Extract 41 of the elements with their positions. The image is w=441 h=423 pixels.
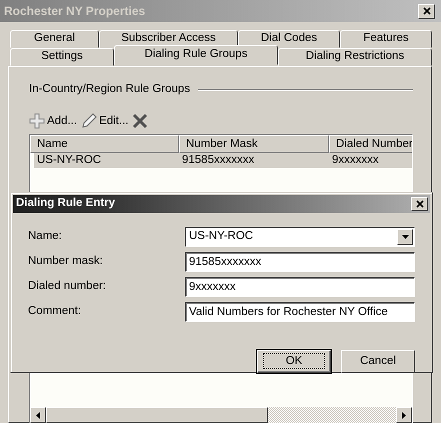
list-cell-text: 91585xxxxxxx <box>181 153 256 168</box>
tab[interactable]: General <box>10 30 99 48</box>
window-title: Rochester NY Properties <box>4 3 146 20</box>
dialog-title: Dialing Rule Entry <box>16 196 116 212</box>
close-icon <box>422 7 430 15</box>
pencil-icon <box>81 113 98 130</box>
right-arrow-icon <box>402 412 406 419</box>
dropdown-value: US-NY-ROC <box>189 229 254 244</box>
name-dropdown[interactable]: US-NY-ROC <box>185 227 415 247</box>
delete-icon <box>132 113 148 130</box>
list-row[interactable]: US-NY-ROC 91585xxxxxxx 9xxxxxxx <box>34 153 412 168</box>
field-label: Dialed number: <box>28 279 107 294</box>
list-cell-text: 9xxxxxxx <box>331 153 380 168</box>
column-header[interactable]: Number Mask <box>179 135 329 154</box>
close-button[interactable] <box>411 197 428 211</box>
left-arrow-icon <box>36 412 40 419</box>
tab[interactable]: Features <box>340 30 432 48</box>
add-button[interactable]: Add... <box>29 112 78 130</box>
close-icon <box>416 200 424 208</box>
plus-icon <box>29 113 45 130</box>
input-field[interactable]: 91585xxxxxxx <box>185 252 415 272</box>
field-label: Number mask: <box>28 254 104 270</box>
edit-button[interactable]: Edit... <box>81 112 128 130</box>
input-field[interactable]: Valid Numbers for Rochester NY Office <box>185 302 415 322</box>
list-cell-text: US-NY-ROC <box>36 153 102 168</box>
ok-button[interactable]: OK <box>257 350 331 373</box>
dropdown-arrow-icon <box>402 235 408 239</box>
cancel-button[interactable]: Cancel <box>341 350 415 373</box>
tab[interactable]: Dialing Restrictions <box>278 48 432 66</box>
tab[interactable]: Dial Codes <box>238 30 340 48</box>
scrollbar-thumb[interactable] <box>46 407 268 423</box>
field-label: Name: <box>28 229 63 244</box>
close-button[interactable] <box>418 4 435 18</box>
tab[interactable]: Dialing Rule Groups <box>114 45 278 65</box>
field-label: Comment: <box>28 304 82 320</box>
group-label: In-Country/Region Rule Groups <box>29 82 190 97</box>
delete-button[interactable] <box>132 113 148 130</box>
tab[interactable]: Settings <box>10 48 114 66</box>
input-field[interactable]: 9xxxxxxx <box>185 277 415 297</box>
horizontal-scrollbar[interactable] <box>30 407 412 423</box>
column-header[interactable]: Name <box>30 135 179 154</box>
